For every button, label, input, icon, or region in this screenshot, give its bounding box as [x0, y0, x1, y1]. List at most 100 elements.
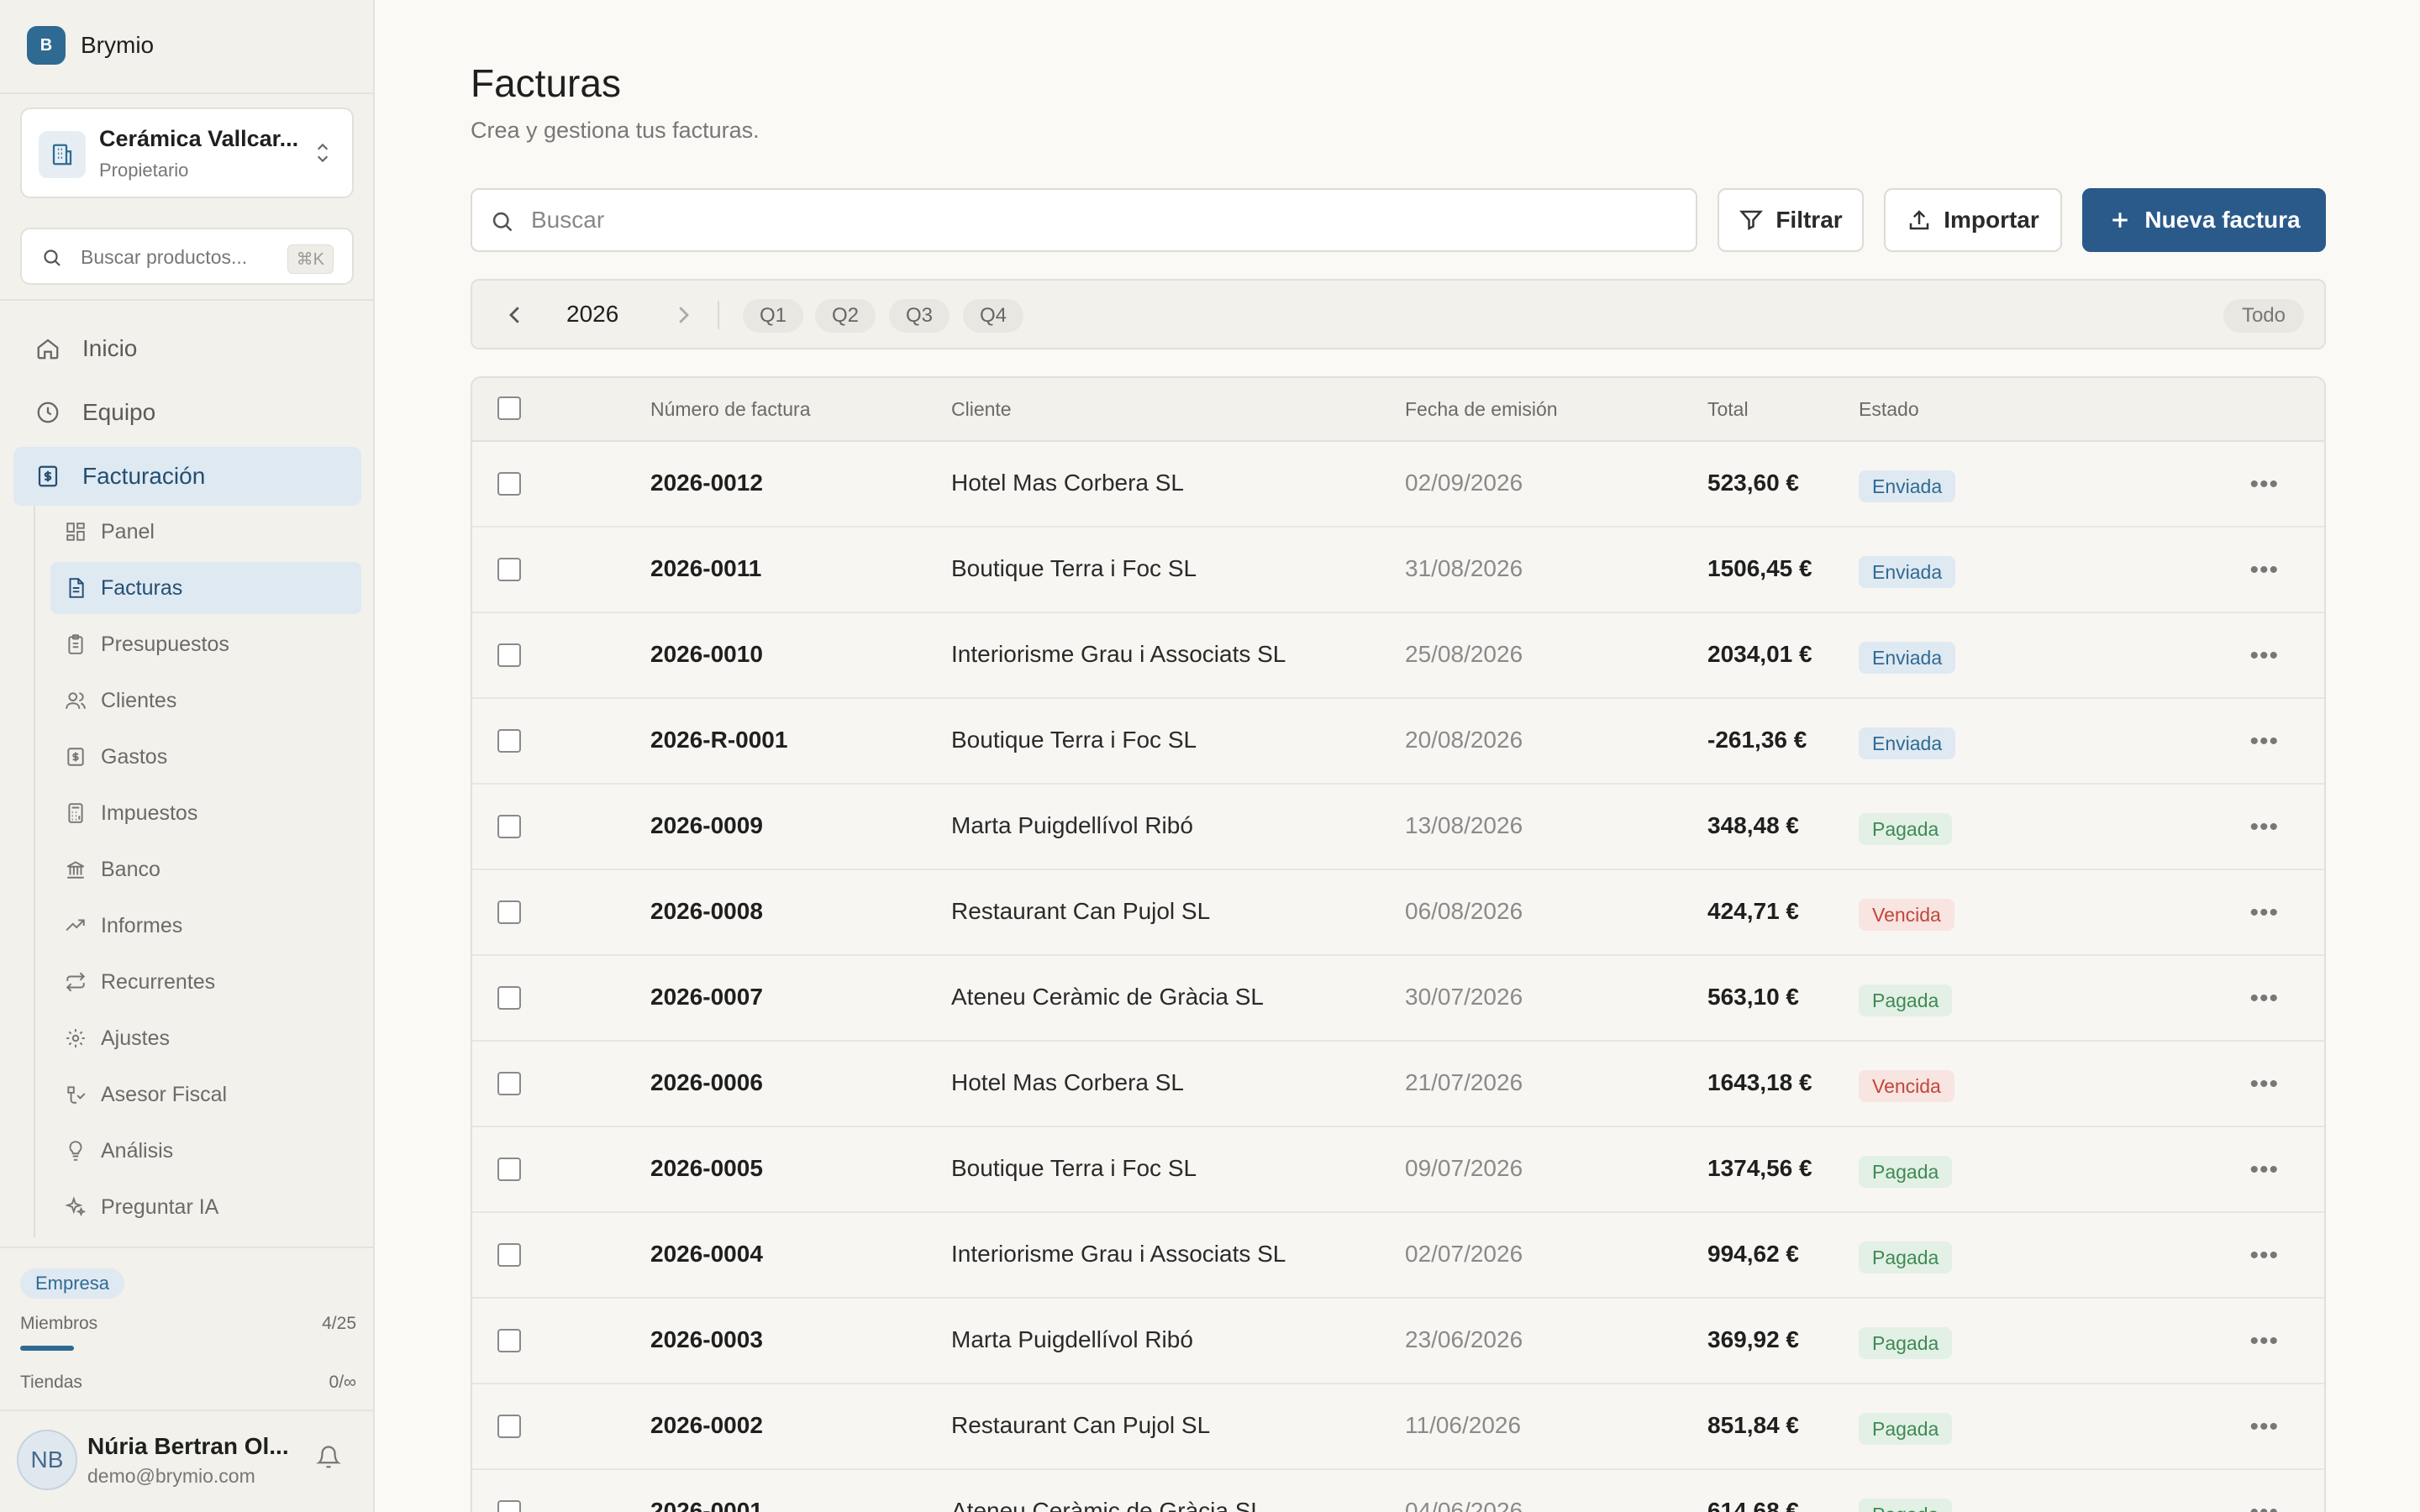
more-actions-icon[interactable]: •••: [2249, 1327, 2279, 1356]
row-checkbox[interactable]: [497, 900, 521, 924]
import-button[interactable]: Importar: [1884, 188, 2062, 252]
invoice-client: Marta Puigdellívol Ribó: [951, 812, 1193, 838]
nav-item-equipo[interactable]: Equipo: [13, 383, 361, 442]
brand[interactable]: B Brymio: [27, 26, 154, 65]
bell-icon[interactable]: [316, 1445, 341, 1474]
subnav-item-preguntar-ia[interactable]: Preguntar IA: [50, 1181, 361, 1233]
subnav-item-ajustes[interactable]: Ajustes: [50, 1012, 361, 1064]
invoice-number[interactable]: 2026-0012: [650, 470, 763, 496]
quarter-q3[interactable]: Q3: [889, 299, 950, 333]
table-row[interactable]: 2026-0006 Hotel Mas Corbera SL 21/07/2026 1…: [472, 1042, 2324, 1127]
subnav-item-impuestos[interactable]: Impuestos: [50, 787, 361, 839]
table-row[interactable]: 2026-0011 Boutique Terra i Foc SL 31/08/20…: [472, 528, 2324, 613]
more-actions-icon[interactable]: •••: [2249, 642, 2279, 670]
sidebar-search[interactable]: Buscar productos... ⌘K: [20, 228, 354, 285]
table-row[interactable]: 2026-R-0001 Boutique Terra i Foc SL 20/08/…: [472, 699, 2324, 785]
subnav-item-clientes[interactable]: Clientes: [50, 675, 361, 727]
header-total[interactable]: Total: [1707, 398, 1749, 421]
table-row[interactable]: 2026-0003 Marta Puigdellívol Ribó 23/06/20…: [472, 1299, 2324, 1384]
subnav-item-presupuestos[interactable]: Presupuestos: [50, 618, 361, 670]
org-switcher[interactable]: Cerámica Vallcar... Propietario: [20, 108, 354, 198]
new-invoice-button[interactable]: Nueva factura: [2082, 188, 2326, 252]
user-name: Núria Bertran Ol...: [87, 1433, 289, 1459]
row-checkbox[interactable]: [497, 1072, 521, 1095]
table-row[interactable]: 2026-0012 Hotel Mas Corbera SL 02/09/2026 5…: [472, 442, 2324, 528]
table-row[interactable]: 2026-0008 Restaurant Can Pujol SL 06/08/20…: [472, 870, 2324, 956]
invoice-icon: [34, 462, 62, 491]
invoice-number[interactable]: 2026-0008: [650, 898, 763, 925]
subnav-item-gastos[interactable]: Gastos: [50, 731, 361, 783]
more-actions-icon[interactable]: •••: [2249, 1413, 2279, 1441]
quarter-q1[interactable]: Q1: [743, 299, 804, 333]
subnav-item-informes[interactable]: Informes: [50, 900, 361, 952]
subnav-item-recurrentes[interactable]: Recurrentes: [50, 956, 361, 1008]
table-row[interactable]: 2026-0005 Boutique Terra i Foc SL 09/07/20…: [472, 1127, 2324, 1213]
header-client[interactable]: Cliente: [951, 398, 1012, 421]
more-actions-icon[interactable]: •••: [2249, 1242, 2279, 1270]
table-row[interactable]: 2026-0007 Ateneu Ceràmic de Gràcia SL 30/0…: [472, 956, 2324, 1042]
row-checkbox[interactable]: [497, 472, 521, 496]
more-actions-icon[interactable]: •••: [2249, 556, 2279, 585]
invoice-total: 424,71 €: [1707, 898, 1799, 924]
invoice-number[interactable]: 2026-0011: [650, 555, 761, 582]
subnav-item-banco[interactable]: Banco: [50, 843, 361, 895]
invoice-number[interactable]: 2026-0001: [650, 1498, 763, 1512]
quarter-q2[interactable]: Q2: [815, 299, 876, 333]
invoice-number[interactable]: 2026-0010: [650, 641, 763, 668]
row-checkbox[interactable]: [497, 1329, 521, 1352]
row-checkbox[interactable]: [497, 1158, 521, 1181]
nav-item-facturacion[interactable]: Facturación: [13, 447, 361, 506]
subnav-item-asesor-fiscal[interactable]: Asesor Fiscal: [50, 1068, 361, 1121]
subnav-item-facturas[interactable]: Facturas: [50, 562, 361, 614]
table-row[interactable]: 2026-0004 Interiorisme Grau i Associats S…: [472, 1213, 2324, 1299]
invoice-number[interactable]: 2026-0006: [650, 1069, 763, 1096]
row-checkbox[interactable]: [497, 1500, 521, 1512]
more-actions-icon[interactable]: •••: [2249, 1499, 2279, 1512]
invoice-search[interactable]: [471, 188, 1697, 252]
header-number[interactable]: Número de factura: [650, 398, 810, 421]
header-status[interactable]: Estado: [1859, 398, 1919, 421]
row-checkbox[interactable]: [497, 1415, 521, 1438]
table-row[interactable]: 2026-0002 Restaurant Can Pujol SL 11/06/20…: [472, 1384, 2324, 1470]
lightbulb-icon: [64, 1139, 87, 1163]
quarter-q4[interactable]: Q4: [963, 299, 1024, 333]
more-actions-icon[interactable]: •••: [2249, 470, 2279, 499]
row-checkbox[interactable]: [497, 1243, 521, 1267]
header-date[interactable]: Fecha de emisión: [1405, 398, 1558, 421]
status-badge: Vencida: [1859, 1070, 1954, 1102]
subnav-item-analisis[interactable]: Análisis: [50, 1125, 361, 1177]
row-checkbox[interactable]: [497, 729, 521, 753]
invoice-number[interactable]: 2026-R-0001: [650, 727, 787, 753]
filter-button[interactable]: Filtrar: [1718, 188, 1864, 252]
invoice-number[interactable]: 2026-0007: [650, 984, 763, 1011]
search-input[interactable]: [531, 202, 1674, 239]
row-checkbox[interactable]: [497, 986, 521, 1010]
invoice-number[interactable]: 2026-0004: [650, 1241, 763, 1268]
invoice-number[interactable]: 2026-0003: [650, 1326, 763, 1353]
chevron-right-icon[interactable]: [671, 302, 696, 332]
table-row[interactable]: 2026-0001 Ateneu Ceràmic de Gràcia SL 04/0…: [472, 1470, 2324, 1512]
row-checkbox[interactable]: [497, 643, 521, 667]
more-actions-icon[interactable]: •••: [2249, 1070, 2279, 1099]
more-actions-icon[interactable]: •••: [2249, 727, 2279, 756]
year-label: 2026: [566, 301, 619, 327]
table-row[interactable]: 2026-0010 Interiorisme Grau i Associats S…: [472, 613, 2324, 699]
all-periods-button[interactable]: Todo: [2223, 299, 2304, 333]
clipboard-icon: [64, 633, 87, 656]
nav-item-inicio[interactable]: Inicio: [13, 319, 361, 378]
invoice-number[interactable]: 2026-0005: [650, 1155, 763, 1182]
invoice-number[interactable]: 2026-0002: [650, 1412, 763, 1439]
more-actions-icon[interactable]: •••: [2249, 813, 2279, 842]
row-checkbox[interactable]: [497, 815, 521, 838]
invoice-total: 523,60 €: [1707, 470, 1799, 496]
user-menu[interactable]: NB Núria Bertran Ol... demo@brymio.com: [0, 1411, 373, 1512]
more-actions-icon[interactable]: •••: [2249, 984, 2279, 1013]
more-actions-icon[interactable]: •••: [2249, 1156, 2279, 1184]
select-all-checkbox[interactable]: [497, 396, 521, 420]
subnav-item-panel[interactable]: Panel: [50, 506, 361, 558]
row-checkbox[interactable]: [497, 558, 521, 581]
chevron-left-icon[interactable]: [502, 302, 528, 332]
table-row[interactable]: 2026-0009 Marta Puigdellívol Ribó 13/08/20…: [472, 785, 2324, 870]
more-actions-icon[interactable]: •••: [2249, 899, 2279, 927]
invoice-number[interactable]: 2026-0009: [650, 812, 763, 839]
